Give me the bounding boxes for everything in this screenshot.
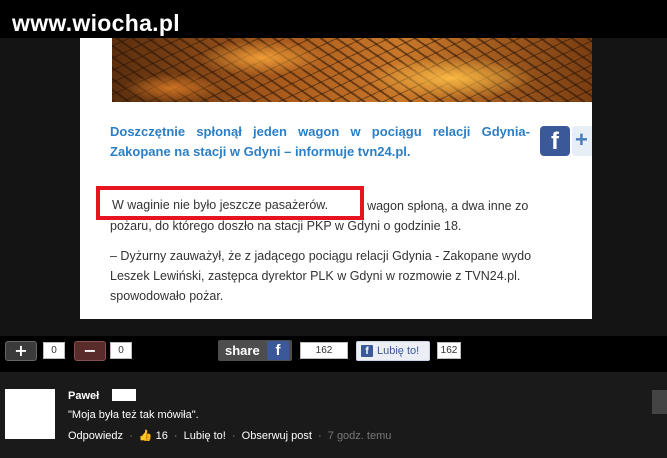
facebook-icon: f: [361, 345, 373, 357]
comment-timestamp: 7 godz. temu: [327, 430, 392, 443]
article-paragraph-3: – Dyżurny zauważył, że z jadącego pociąg…: [110, 249, 532, 263]
article-paragraph-4: Leszek Lewiński, zastępca dyrektor PLK w…: [110, 269, 521, 283]
facebook-like-button[interactable]: f Lubię to!: [356, 341, 430, 361]
thumbs-up-icon[interactable]: 👍: [139, 429, 153, 443]
facebook-icon[interactable]: f: [540, 126, 570, 156]
like-count: 162: [437, 342, 461, 359]
plus-icon: +: [14, 341, 28, 360]
upvote-button[interactable]: +: [5, 341, 37, 361]
comment-actions: Odpowiedz · 👍 16 · Lubię to! · Obserwuj …: [68, 429, 392, 443]
upvote-count: 0: [43, 342, 65, 359]
comment-text: "Moja była też tak mówiła".: [68, 409, 199, 421]
site-watermark: www.wiocha.pl: [12, 10, 180, 36]
highlighted-sentence: W waginie nie było jeszcze pasażerów.: [112, 198, 329, 212]
comment-like-link[interactable]: Lubię to!: [184, 430, 226, 442]
share-count: 162: [300, 342, 348, 359]
downvote-button[interactable]: −: [74, 341, 106, 361]
like-label: Lubię to!: [377, 345, 420, 357]
share-button[interactable]: share f: [218, 340, 292, 361]
comment-author[interactable]: Paweł: [68, 389, 99, 403]
article-paragraph-5: spowodowało pożar.: [110, 289, 224, 303]
plus-icon[interactable]: +: [572, 126, 592, 156]
share-label: share: [225, 343, 260, 358]
scrollbar[interactable]: [652, 390, 667, 414]
share-widget[interactable]: f +: [538, 123, 592, 161]
reply-link[interactable]: Odpowiedz: [68, 430, 123, 442]
article-screenshot: Doszczętnie spłonął jeden wagon w pociąg…: [80, 38, 592, 319]
author-name-redacted: [112, 389, 136, 401]
article-headline[interactable]: Doszczętnie spłonął jeden wagon w pociąg…: [110, 122, 530, 162]
facebook-icon: f: [267, 341, 289, 360]
downvote-count: 0: [110, 342, 132, 359]
minus-icon: −: [83, 341, 97, 360]
comment-like-count: 16: [155, 430, 168, 443]
red-highlight-box: W waginie nie było jeszcze pasażerów.: [96, 186, 364, 220]
fire-photo: [112, 38, 592, 102]
avatar[interactable]: [5, 389, 55, 439]
follow-post-link[interactable]: Obserwuj post: [242, 430, 312, 442]
